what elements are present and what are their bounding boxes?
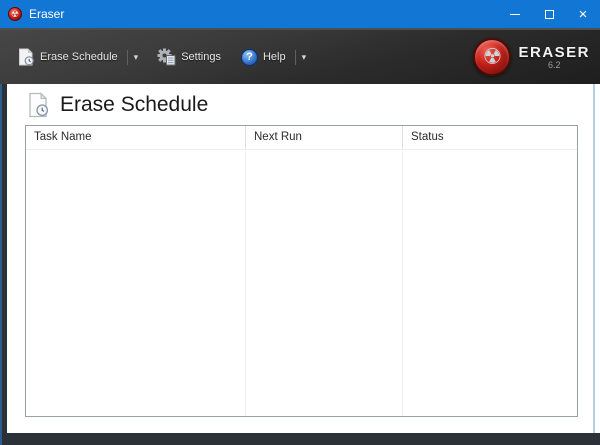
close-button[interactable]: ×: [566, 0, 600, 28]
erase-schedule-button[interactable]: Erase Schedule: [14, 42, 122, 72]
settings-label: Settings: [181, 51, 221, 63]
window-frame-right: [592, 84, 600, 433]
column-header-status[interactable]: Status: [403, 126, 577, 149]
main-content: Erase Schedule Task Name Next Run Status: [7, 84, 592, 433]
next-run-column: [246, 150, 403, 416]
brand-version: 6.2: [547, 60, 561, 70]
settings-gear-icon: [157, 48, 176, 66]
window-title: Eraser: [29, 7, 65, 21]
maximize-icon: [544, 9, 554, 19]
column-header-next-run[interactable]: Next Run: [246, 126, 403, 149]
maximize-button[interactable]: [532, 0, 566, 28]
help-question-icon: ?: [240, 48, 258, 66]
status-column: [403, 150, 577, 416]
app-radiation-icon[interactable]: ☢: [8, 7, 22, 21]
toolbar-separator: [126, 49, 128, 65]
help-label: Help: [262, 51, 286, 63]
brand-logo: ☢ ERASER 6.2: [473, 38, 600, 76]
schedule-table: Task Name Next Run Status: [25, 125, 578, 417]
window-frame-bottom: [0, 433, 600, 445]
toolbar: Erase Schedule ▾ Settings ? Help ▾ ☢ ERA…: [0, 28, 600, 84]
help-dropdown[interactable]: ▾: [299, 48, 310, 67]
erase-schedule-label: Erase Schedule: [40, 51, 118, 63]
minimize-button[interactable]: [498, 0, 532, 28]
page-title: Erase Schedule: [60, 92, 209, 116]
radiation-logo-icon: ☢: [473, 38, 512, 76]
settings-button[interactable]: Settings: [153, 42, 225, 72]
task-name-column: [26, 150, 246, 416]
help-button[interactable]: ? Help: [237, 43, 290, 72]
window-frame-left: [0, 84, 7, 433]
brand-name: ERASER: [518, 44, 590, 61]
erase-schedule-page-icon: [29, 91, 49, 117]
erase-schedule-dropdown[interactable]: ▾: [131, 48, 142, 67]
toolbar-separator: [294, 49, 296, 65]
eraser-window: ☢ Eraser × Erase Schedule ▾ Settings ? H…: [0, 0, 600, 445]
page-header: Erase Schedule: [7, 84, 592, 125]
titlebar[interactable]: ☢ Eraser ×: [0, 0, 600, 28]
window-controls: ×: [498, 0, 600, 28]
column-header-task-name[interactable]: Task Name: [26, 126, 246, 149]
schedule-table-header: Task Name Next Run Status: [26, 126, 577, 150]
document-clock-icon: [19, 48, 34, 66]
minimize-icon: [510, 13, 520, 15]
schedule-table-body[interactable]: [26, 150, 577, 416]
